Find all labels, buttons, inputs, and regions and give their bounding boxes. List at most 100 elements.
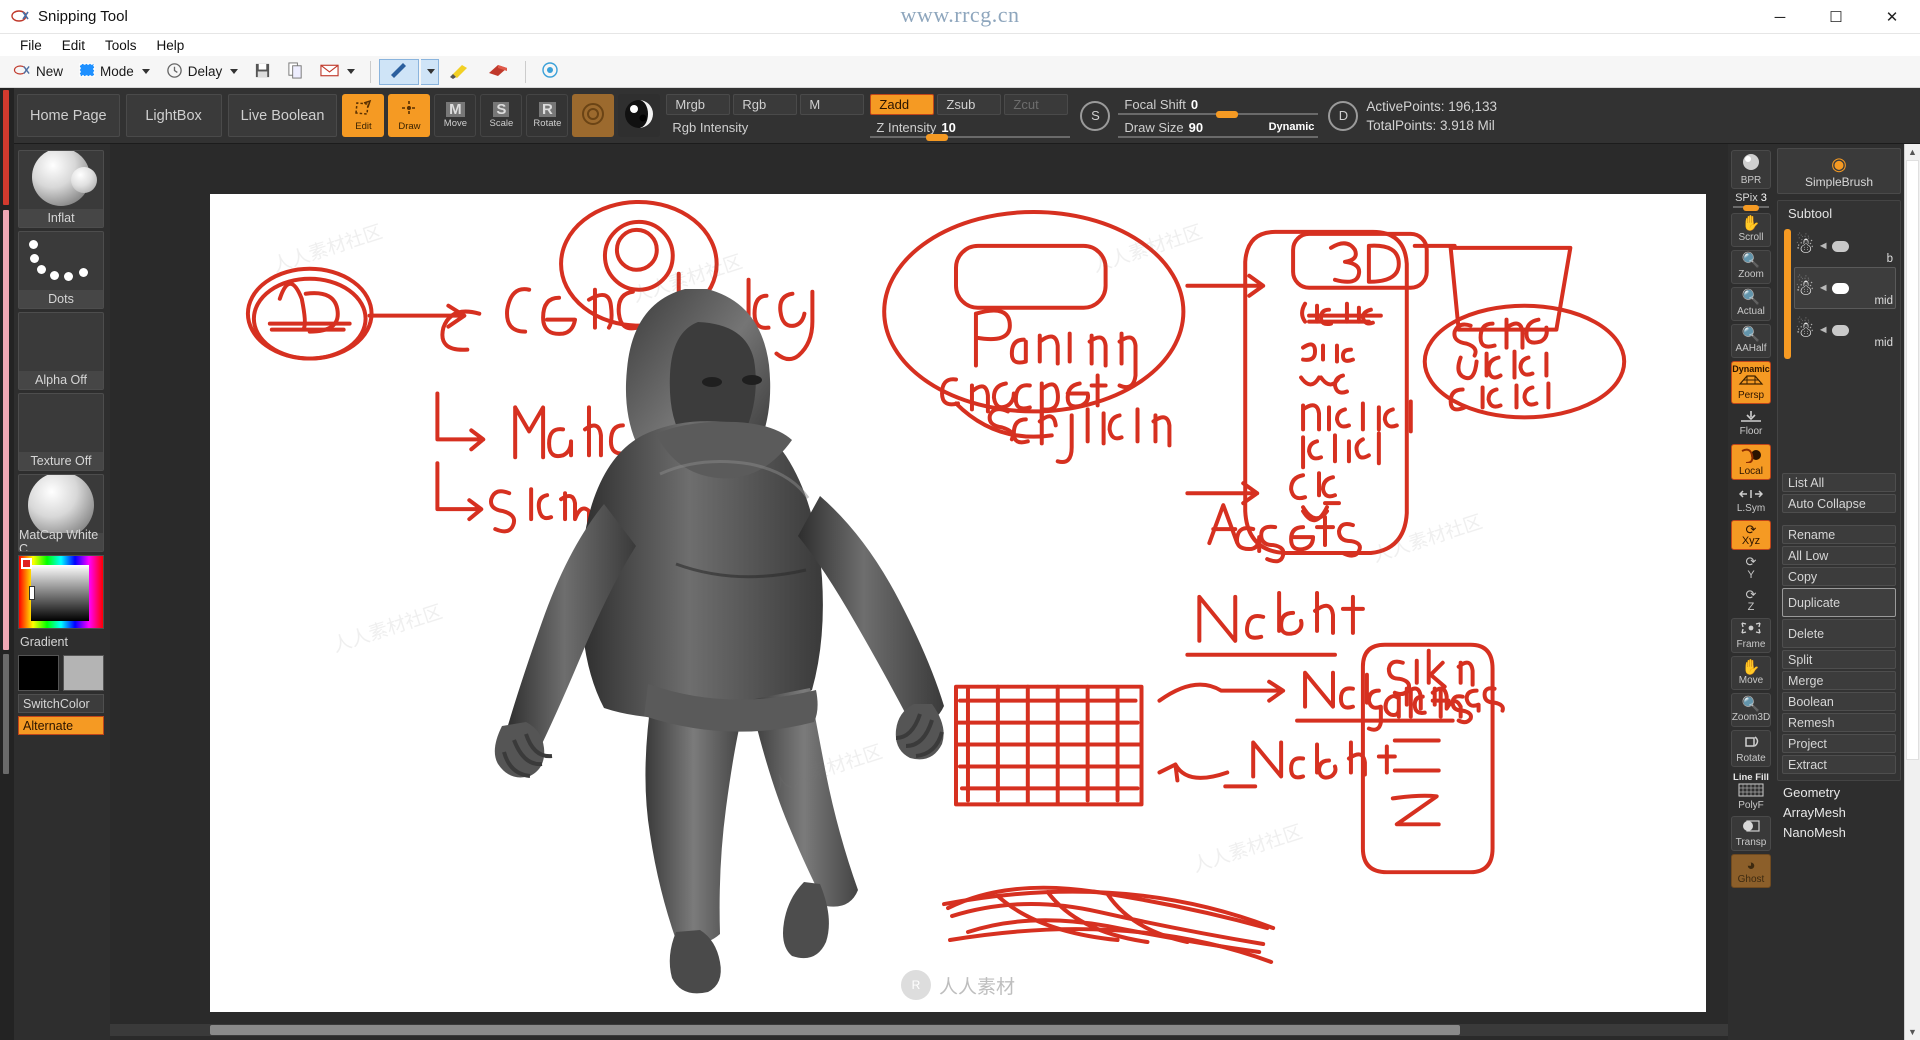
- button-duplicate[interactable]: Duplicate: [1782, 588, 1896, 617]
- button-m[interactable]: M: [800, 93, 865, 115]
- chevron-down-icon[interactable]: [427, 69, 436, 74]
- pen-dropdown[interactable]: [421, 58, 440, 85]
- group-nanomesh[interactable]: NanoMesh: [1777, 821, 1901, 841]
- button-project[interactable]: Project: [1782, 734, 1896, 753]
- eye-icon[interactable]: ◄: [1818, 324, 1829, 336]
- canvas-hscrollbar[interactable]: [110, 1024, 1728, 1036]
- visibility-toggle[interactable]: [1831, 324, 1849, 336]
- palette-material[interactable]: MatCap White C: [18, 474, 104, 552]
- button-z-axis[interactable]: ⟳ Z: [1731, 586, 1771, 616]
- eraser-button[interactable]: [479, 59, 517, 85]
- close-button[interactable]: ✕: [1864, 0, 1920, 34]
- button-rotate[interactable]: Rotate: [1731, 729, 1771, 767]
- button-aahalf[interactable]: 🔍 AAHalf: [1731, 323, 1771, 358]
- button-list-all[interactable]: List All: [1782, 473, 1896, 492]
- scroll-up-icon[interactable]: ▲: [1905, 144, 1920, 160]
- button-bpr[interactable]: BPR: [1731, 150, 1771, 189]
- button-merge[interactable]: Merge: [1782, 671, 1896, 690]
- menu-home-page[interactable]: Home Page: [17, 94, 120, 137]
- secondary-color-swatch[interactable]: [63, 655, 104, 691]
- visibility-toggle[interactable]: [1831, 282, 1849, 294]
- primary-color-swatch[interactable]: [18, 655, 59, 691]
- menu-file[interactable]: File: [10, 36, 52, 55]
- palette-alpha[interactable]: Alpha Off: [18, 312, 104, 390]
- button-all-low[interactable]: All Low: [1782, 546, 1896, 565]
- menu-live-boolean[interactable]: Live Boolean: [227, 94, 338, 137]
- copy-button[interactable]: [280, 59, 311, 85]
- button-actual[interactable]: 🔍 Actual: [1731, 286, 1771, 321]
- chevron-down-icon[interactable]: [141, 69, 150, 74]
- button-scale-mode[interactable]: S Scale: [480, 94, 523, 137]
- button-frame[interactable]: Frame: [1731, 618, 1771, 653]
- button-rotate-mode[interactable]: R Rotate: [526, 94, 569, 137]
- button-remesh[interactable]: Remesh: [1782, 713, 1896, 732]
- button-transp[interactable]: Transp: [1731, 816, 1771, 852]
- button-scroll[interactable]: ✋ Scroll: [1731, 212, 1771, 247]
- switch-color-button[interactable]: SwitchColor: [18, 694, 104, 713]
- button-zoom3d[interactable]: 🔍 Zoom3D: [1731, 692, 1771, 727]
- delay-button[interactable]: Delay: [159, 59, 246, 85]
- rgb-intensity-slider-row[interactable]: Rgb Intensity: [666, 117, 866, 138]
- button-zadd[interactable]: Zadd: [870, 93, 935, 115]
- z-intensity-slider-row[interactable]: Z Intensity 10: [870, 117, 1071, 141]
- draw-size-track[interactable]: [1118, 135, 1319, 138]
- group-geometry[interactable]: Geometry: [1777, 781, 1901, 801]
- button-auto-collapse[interactable]: Auto Collapse: [1782, 494, 1896, 513]
- button-ghost[interactable]: ◕ Ghost: [1731, 854, 1771, 889]
- eye-icon[interactable]: ◄: [1818, 240, 1829, 252]
- button-mrgb[interactable]: Mrgb: [666, 93, 731, 115]
- current-tool[interactable]: ◉ SimpleBrush: [1777, 148, 1901, 194]
- eye-icon[interactable]: ◄: [1818, 282, 1829, 294]
- highlighter-button[interactable]: [441, 59, 477, 85]
- chevron-down-icon[interactable]: [230, 69, 239, 74]
- vscroll-thumb[interactable]: [1906, 160, 1919, 760]
- subtool-item[interactable]: ☃ ◄ mid: [1794, 309, 1896, 351]
- button-xyz[interactable]: ⟳ Xyz: [1731, 520, 1771, 550]
- save-button[interactable]: [247, 59, 278, 85]
- z-intensity-knob[interactable]: [926, 133, 949, 141]
- color-picker-handle[interactable]: [29, 586, 35, 600]
- canvas-hscroll-thumb[interactable]: [210, 1025, 1460, 1035]
- button-local[interactable]: Local: [1731, 443, 1771, 481]
- button-floor[interactable]: Floor: [1731, 407, 1771, 441]
- z-intensity-track[interactable]: [870, 135, 1071, 138]
- button-move[interactable]: ✋ Move: [1731, 655, 1771, 690]
- window-vscrollbar[interactable]: ▲ ▼: [1904, 144, 1920, 1040]
- group-arraymesh[interactable]: ArrayMesh: [1777, 801, 1901, 821]
- button-delete[interactable]: Delete: [1782, 619, 1896, 648]
- button-polyframe[interactable]: Line Fill PolyF: [1731, 770, 1771, 814]
- paint3d-button[interactable]: [534, 59, 566, 85]
- button-rgb[interactable]: Rgb: [733, 93, 798, 115]
- menu-edit[interactable]: Edit: [52, 36, 95, 55]
- button-zoom[interactable]: 🔍 Zoom: [1731, 249, 1771, 284]
- palette-texture[interactable]: Texture Off: [18, 393, 104, 471]
- chevron-down-icon[interactable]: [347, 69, 356, 74]
- new-button[interactable]: New: [6, 59, 70, 85]
- button-persp[interactable]: Dynamic Persp: [1731, 360, 1771, 404]
- email-button[interactable]: [313, 59, 362, 85]
- alternate-button[interactable]: Alternate: [18, 716, 104, 735]
- button-zsub[interactable]: Zsub: [937, 93, 1002, 115]
- focal-shift-row[interactable]: Focal Shift 0: [1118, 94, 1319, 118]
- visibility-toggle[interactable]: [1831, 240, 1849, 252]
- menu-tools[interactable]: Tools: [95, 36, 147, 55]
- button-draw-mode[interactable]: Draw: [388, 94, 431, 137]
- menu-lightbox[interactable]: LightBox: [125, 94, 222, 137]
- button-copy[interactable]: Copy: [1782, 567, 1896, 586]
- button-lsym[interactable]: L.Sym: [1731, 483, 1771, 517]
- palette-brush-inflat[interactable]: Inflat: [18, 150, 104, 228]
- document-canvas[interactable]: 人人素材社区 人人素材社区 人人素材社区 人人素材社区 人人素材社区 人人素材社…: [210, 194, 1706, 1012]
- button-move-mode[interactable]: M Move: [434, 94, 477, 137]
- button-rename[interactable]: Rename: [1782, 525, 1896, 544]
- color-picker[interactable]: [18, 555, 104, 629]
- button-split[interactable]: Split: [1782, 650, 1896, 669]
- pen-button[interactable]: [379, 58, 420, 85]
- menu-help[interactable]: Help: [147, 36, 195, 55]
- minimize-button[interactable]: ─: [1752, 0, 1808, 34]
- maximize-button[interactable]: ☐: [1808, 0, 1864, 34]
- color-saturation-box[interactable]: [31, 565, 89, 621]
- palette-stroke-dots[interactable]: Dots: [18, 231, 104, 309]
- draw-size-row[interactable]: Draw Size 90 Dynamic: [1118, 117, 1319, 138]
- button-brush-swatch[interactable]: [572, 94, 615, 137]
- subtool-item[interactable]: ☃ ◄ b: [1794, 225, 1896, 267]
